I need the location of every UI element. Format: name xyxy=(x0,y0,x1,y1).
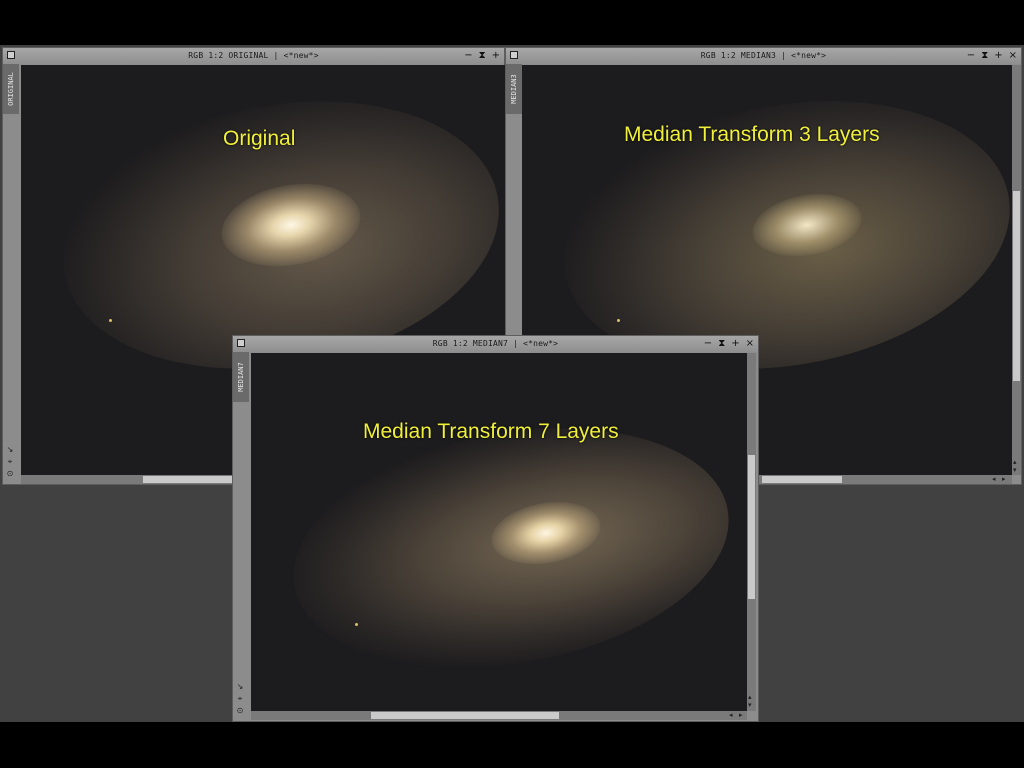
scroll-thumb[interactable] xyxy=(143,476,243,483)
scroll-right-icon[interactable]: ▸ xyxy=(1002,475,1006,483)
tab-median3[interactable]: MEDIAN3 xyxy=(506,64,522,114)
star xyxy=(109,319,112,322)
title-bar[interactable]: RGB 1:2 ORIGINAL | <*new*> − ⧗ + xyxy=(3,48,504,64)
title-bar[interactable]: RGB 1:2 MEDIAN7 | <*new*> − ⧗ + × xyxy=(233,336,758,352)
tab-label: MEDIAN7 xyxy=(237,362,245,392)
image-label: Median Transform 7 Layers xyxy=(363,420,619,443)
scroll-up-icon[interactable]: ▴ xyxy=(1013,458,1017,466)
scroll-down-icon[interactable]: ▾ xyxy=(1013,466,1017,474)
scroll-up-icon[interactable]: ▴ xyxy=(748,693,752,701)
readout-icon[interactable]: ⊙ xyxy=(5,469,15,478)
scroll-left-icon[interactable]: ◂ xyxy=(729,711,733,719)
image-label: Original xyxy=(223,127,296,150)
pan-tool-icon[interactable]: ⌖ xyxy=(235,694,245,703)
minimize-icon[interactable]: − xyxy=(464,48,472,64)
maximize-icon[interactable]: + xyxy=(731,336,739,352)
window-title: RGB 1:2 ORIGINAL | <*new*> xyxy=(188,51,319,60)
scroll-down-icon[interactable]: ▾ xyxy=(748,701,752,709)
tab-label: MEDIAN3 xyxy=(510,74,518,104)
window-title: RGB 1:2 MEDIAN3 | <*new*> xyxy=(700,51,827,60)
title-bar[interactable]: RGB 1:2 MEDIAN3 | <*new*> − ⧗ + × xyxy=(506,48,1021,64)
image-view[interactable]: Median Transform 7 Layers xyxy=(251,353,747,711)
window-icon[interactable] xyxy=(510,51,518,59)
minimize-icon[interactable]: − xyxy=(967,48,975,64)
image-window-median7[interactable]: RGB 1:2 MEDIAN7 | <*new*> − ⧗ + × MEDIAN… xyxy=(232,335,759,722)
tab-original[interactable]: ORIGINAL xyxy=(3,64,19,114)
image-label: Median Transform 3 Layers xyxy=(624,123,880,146)
shade-icon[interactable]: ⧗ xyxy=(718,336,725,352)
scroll-thumb[interactable] xyxy=(371,712,559,719)
window-icon[interactable] xyxy=(237,339,245,347)
maximize-icon[interactable]: + xyxy=(492,48,500,64)
window-icon[interactable] xyxy=(7,51,15,59)
horizontal-scrollbar[interactable]: ◂ ▸ xyxy=(251,711,747,720)
shade-icon[interactable]: ⧗ xyxy=(479,48,486,64)
close-icon[interactable]: × xyxy=(1009,48,1017,64)
tab-median7[interactable]: MEDIAN7 xyxy=(233,352,249,402)
scroll-thumb[interactable] xyxy=(1013,191,1020,381)
star xyxy=(355,623,358,626)
zoom-tool-icon[interactable]: ↘ xyxy=(5,445,15,454)
star xyxy=(617,319,620,322)
shade-icon[interactable]: ⧗ xyxy=(981,48,988,64)
scroll-right-icon[interactable]: ▸ xyxy=(739,711,743,719)
minimize-icon[interactable]: − xyxy=(704,336,712,352)
vertical-scrollbar[interactable]: ▴ ▾ xyxy=(1012,65,1021,475)
scroll-left-icon[interactable]: ◂ xyxy=(992,475,996,483)
maximize-icon[interactable]: + xyxy=(994,48,1002,64)
tab-label: ORIGINAL xyxy=(7,72,15,106)
scroll-thumb[interactable] xyxy=(762,476,842,483)
vertical-scrollbar[interactable]: ▴ ▾ xyxy=(747,353,756,711)
window-title: RGB 1:2 MEDIAN7 | <*new*> xyxy=(432,339,559,348)
pan-tool-icon[interactable]: ⌖ xyxy=(5,457,15,466)
close-icon[interactable]: × xyxy=(746,336,754,352)
zoom-tool-icon[interactable]: ↘ xyxy=(235,682,245,691)
readout-icon[interactable]: ⊙ xyxy=(235,706,245,715)
scroll-thumb[interactable] xyxy=(748,455,755,599)
